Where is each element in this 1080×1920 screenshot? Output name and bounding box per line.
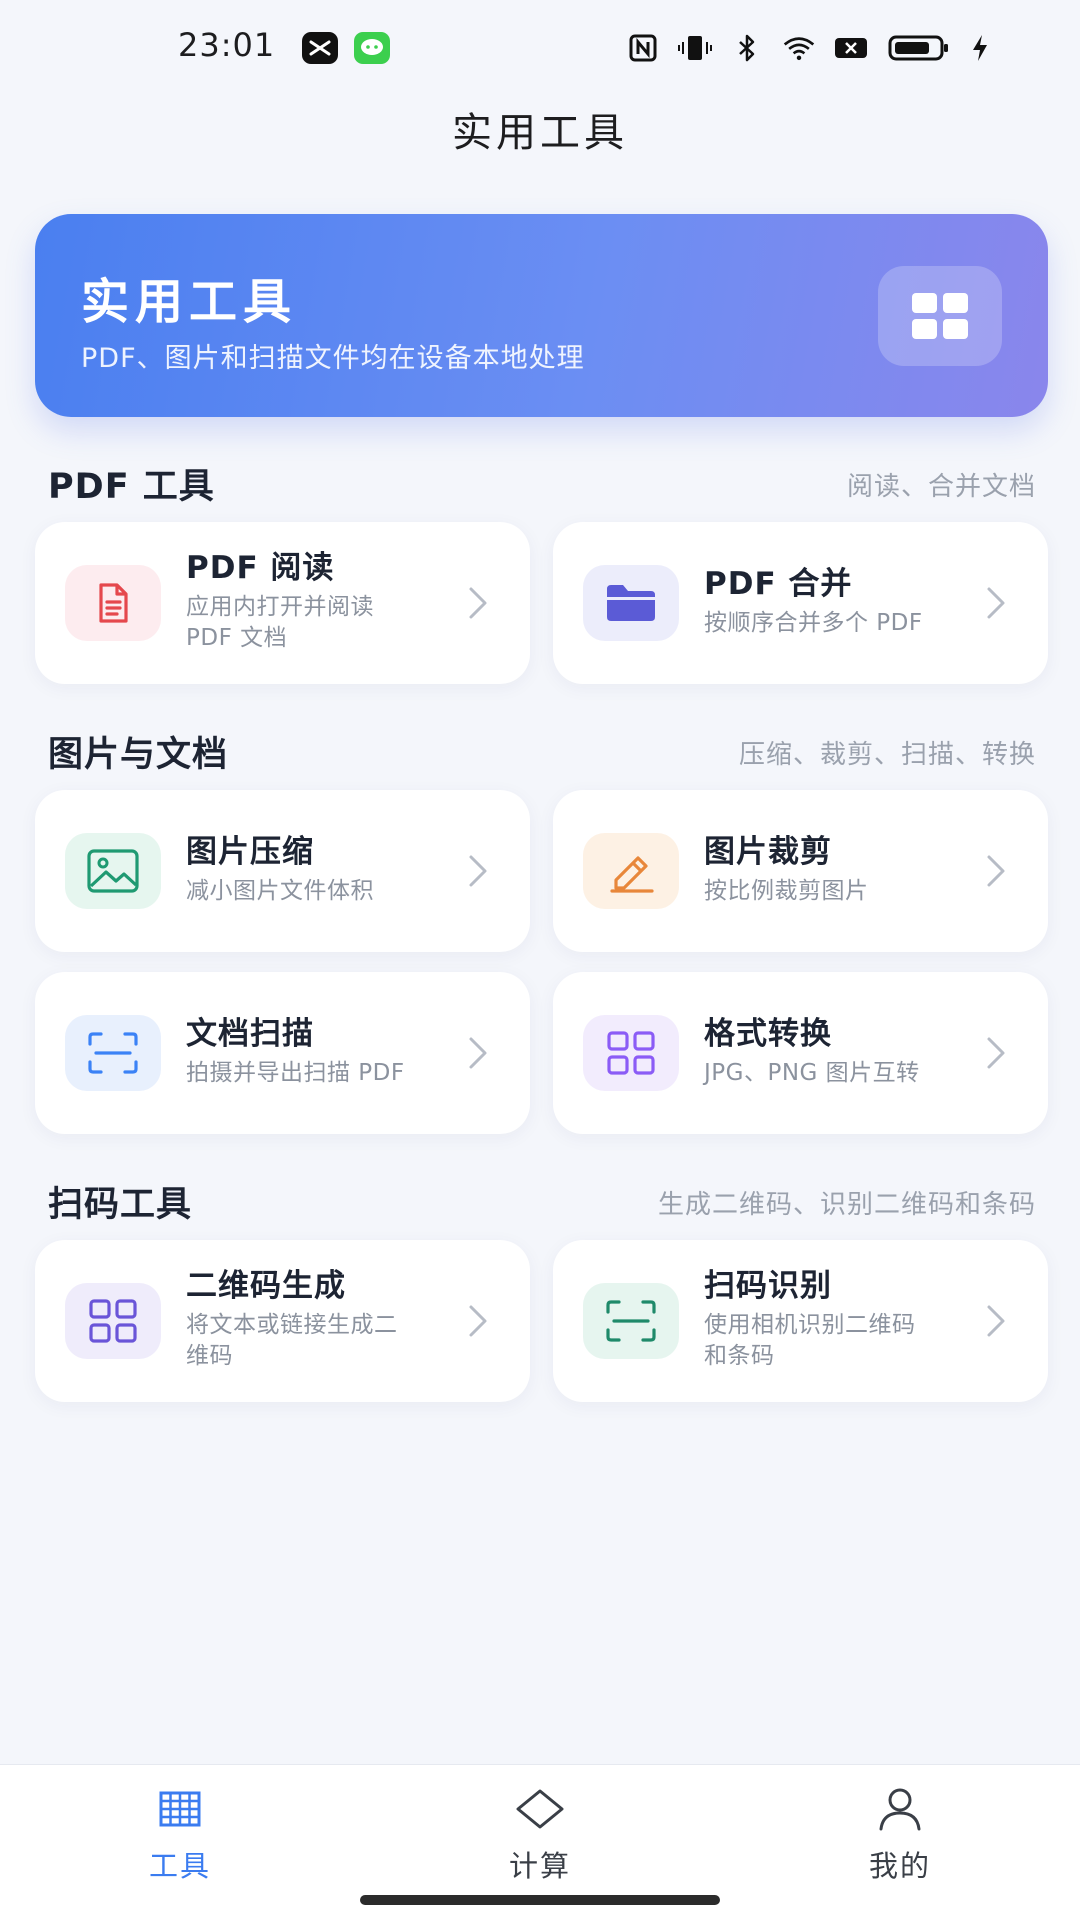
nav-item-tools[interactable]: 工具 [80,1783,280,1893]
section-title: 扫码工具 [48,1185,193,1225]
nfc-icon [626,31,660,65]
grid-icon [65,1283,161,1359]
card-text: 二维码生成 将文本或链接生成二 维码 [186,1266,460,1372]
no-sim-icon [834,31,868,65]
chevron-right-icon [987,1305,1005,1337]
section-hint: 生成二维码、识别二维码和条码 [657,1190,1036,1220]
card-desc-line: 和条码 [704,1343,775,1369]
card-title: 二维码生成 [186,1268,346,1304]
diamond-icon [440,1783,640,1835]
card-doc-scan[interactable]: 文档扫描 拍摄并导出扫描 PDF [35,972,530,1134]
card-desc: 使用相机识别二维码 和条码 [704,1310,978,1372]
card-text: 图片裁剪 按比例裁剪图片 [704,832,978,907]
card-text: 扫码识别 使用相机识别二维码 和条码 [704,1266,978,1372]
chevron-right-icon [469,855,487,887]
section-title: 图片与文档 [48,735,229,775]
section-hint: 压缩、裁剪、扫描、转换 [738,740,1036,770]
card-title: 图片压缩 [186,834,314,870]
chevron-right-icon [987,587,1005,619]
folder-icon [583,565,679,641]
nav-label: 计算 [508,1849,571,1883]
card-title: 图片裁剪 [704,834,832,870]
card-desc: 按比例裁剪图片 [704,876,978,907]
card-pdf-merge[interactable]: PDF 合并 按顺序合并多个 PDF [553,522,1048,684]
card-desc-line: 按顺序合并多个 PDF [704,610,923,636]
card-title: 文档扫描 [186,1016,314,1052]
card-text: 文档扫描 拍摄并导出扫描 PDF [186,1014,460,1089]
card-pdf-read[interactable]: PDF 阅读 应用内打开并阅读 PDF 文档 [35,522,530,684]
document-icon [65,565,161,641]
pencil-icon [583,833,679,909]
vibrate-icon [678,31,712,65]
user-icon [800,1783,1000,1835]
card-desc-line: 将文本或链接生成二 [186,1312,398,1338]
chat-app-icon [354,32,390,64]
card-title: PDF 阅读 [186,550,335,586]
banner-title: 实用工具 [81,274,298,330]
charging-icon [970,31,990,65]
card-desc: 应用内打开并阅读 PDF 文档 [186,592,460,654]
page-title: 实用工具 [452,110,628,156]
nav-item-calc[interactable]: 计算 [440,1783,640,1893]
section-header-image-docs: 图片与文档 压缩、裁剪、扫描、转换 [48,726,1036,776]
section-header-scan-tools: 扫码工具 生成二维码、识别二维码和条码 [48,1176,1036,1226]
app-screen: 23:01 实用工具 实用工具 PDF、图片和扫描文件均在设备本地处理 PDF … [0,0,1080,1920]
scan-icon [65,1015,161,1091]
card-desc-line: PDF 文档 [186,625,288,651]
card-desc: 拍摄并导出扫描 PDF [186,1058,460,1089]
home-indicator[interactable] [360,1895,720,1905]
banner-subtitle: PDF、图片和扫描文件均在设备本地处理 [81,343,585,374]
section-hint: 阅读、合并文档 [846,472,1036,502]
scan-icon [583,1283,679,1359]
chevron-right-icon [987,1037,1005,1069]
card-image-crop[interactable]: 图片裁剪 按比例裁剪图片 [553,790,1048,952]
card-scan-recognize[interactable]: 扫码识别 使用相机识别二维码 和条码 [553,1240,1048,1402]
hero-banner: 实用工具 PDF、图片和扫描文件均在设备本地处理 [35,214,1048,417]
card-desc: 将文本或链接生成二 维码 [186,1310,460,1372]
tools-grid-icon [80,1783,280,1835]
card-text: 格式转换 JPG、PNG 图片互转 [704,1014,978,1089]
status-icons [626,30,990,66]
wifi-icon [782,31,816,65]
card-desc-line: 减小图片文件体积 [186,878,374,904]
battery-icon [886,31,952,65]
card-desc-line: 维码 [186,1343,233,1369]
chevron-right-icon [987,855,1005,887]
image-icon [65,833,161,909]
nav-item-mine[interactable]: 我的 [800,1783,1000,1893]
grid-icon [583,1015,679,1091]
card-format-convert[interactable]: 格式转换 JPG、PNG 图片互转 [553,972,1048,1134]
card-text: 图片压缩 减小图片文件体积 [186,832,460,907]
card-desc-line: 拍摄并导出扫描 PDF [186,1060,405,1086]
card-desc-line: 应用内打开并阅读 [186,594,374,620]
bluetooth-icon [730,31,764,65]
card-desc: JPG、PNG 图片互转 [704,1058,978,1089]
status-time: 23:01 [178,26,276,64]
card-desc-line: 按比例裁剪图片 [704,878,869,904]
nav-label: 工具 [148,1849,211,1883]
banner-grid-icon [878,266,1002,366]
card-text: PDF 阅读 应用内打开并阅读 PDF 文档 [186,548,460,654]
card-text: PDF 合并 按顺序合并多个 PDF [704,564,978,639]
section-title: PDF 工具 [48,467,215,507]
chevron-right-icon [469,1037,487,1069]
card-desc-line: JPG、PNG 图片互转 [704,1060,920,1086]
card-title: PDF 合并 [704,566,853,602]
chevron-right-icon [469,1305,487,1337]
card-desc-line: 使用相机识别二维码 [704,1312,916,1338]
card-title: 格式转换 [704,1016,832,1052]
section-header-pdf: PDF 工具 阅读、合并文档 [48,458,1036,508]
chevron-right-icon [469,587,487,619]
card-image-compress[interactable]: 图片压缩 减小图片文件体积 [35,790,530,952]
card-desc: 减小图片文件体积 [186,876,460,907]
nav-label: 我的 [868,1849,931,1883]
card-qr-generate[interactable]: 二维码生成 将文本或链接生成二 维码 [35,1240,530,1402]
capcut-app-icon [302,32,338,64]
card-title: 扫码识别 [704,1268,832,1304]
status-bar: 23:01 [0,0,1080,100]
card-desc: 按顺序合并多个 PDF [704,608,978,639]
